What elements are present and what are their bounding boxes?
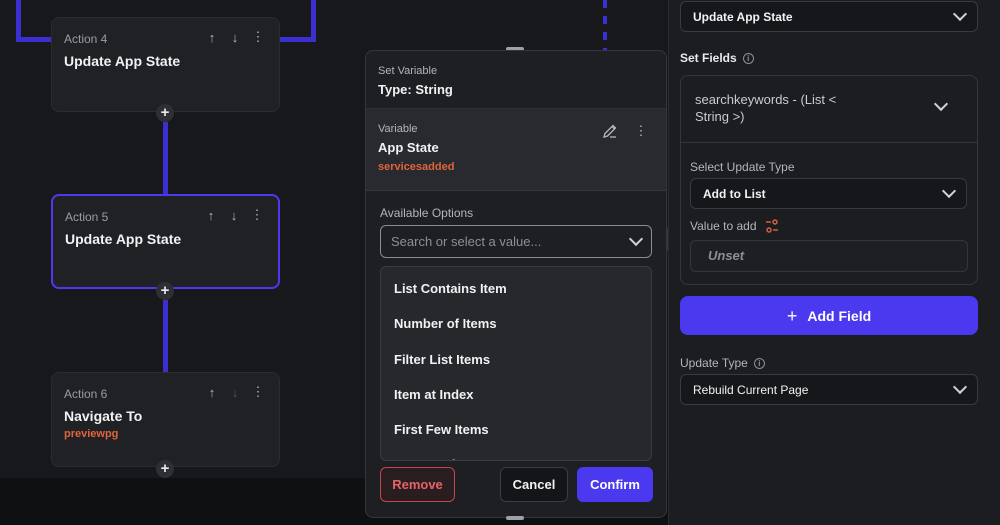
plus-icon: + <box>786 305 798 326</box>
dashed-connector <box>603 0 607 50</box>
chevron-down-icon[interactable] <box>628 231 644 247</box>
drag-handle-bottom[interactable] <box>506 516 524 520</box>
option-item[interactable]: List Contains Item <box>381 271 651 306</box>
arrow-up-icon[interactable]: ↑ <box>205 30 219 45</box>
action-title: Navigate To <box>64 408 143 424</box>
card-tools: ↑ ↓ ⋮ <box>205 29 265 45</box>
add-field-label: Add Field <box>807 307 872 324</box>
chevron-down-icon <box>952 6 968 22</box>
set-fields-header: Set Fields i <box>680 51 754 65</box>
action-type-dropdown[interactable]: Update App State <box>680 1 978 32</box>
page-update-type-label: Update Type <box>680 356 748 370</box>
popup-footer: Remove Cancel Confirm <box>366 467 666 507</box>
option-item[interactable]: Item at Index <box>381 377 651 412</box>
page-update-type-value: Rebuild Current Page <box>693 382 809 397</box>
confirm-button[interactable]: Confirm <box>577 467 653 502</box>
variable-section: Variable App State servicesadded ⋮ <box>366 109 666 191</box>
action-card-5[interactable]: Action 5 Update App State ↑ ↓ ⋮ <box>51 194 280 289</box>
action-title: Update App State <box>64 53 181 69</box>
arrow-up-icon[interactable]: ↑ <box>204 208 218 223</box>
options-search-box[interactable] <box>380 225 652 258</box>
chevron-down-icon <box>952 379 968 395</box>
action-title: Update App State <box>65 231 182 247</box>
arrow-down-icon[interactable]: ↓ <box>227 208 241 223</box>
variable-tools: ⋮ <box>602 123 648 139</box>
value-to-add-field[interactable]: Unset <box>690 240 968 272</box>
page-update-type-dropdown[interactable]: Rebuild Current Page <box>680 374 978 405</box>
option-item[interactable]: Filter List Items <box>381 342 651 377</box>
more-vert-icon[interactable]: ⋮ <box>250 207 264 222</box>
more-vert-icon[interactable]: ⋮ <box>251 384 265 399</box>
remove-button[interactable]: Remove <box>380 467 455 502</box>
set-variable-popup: Set Variable Type: String Variable App S… <box>365 50 667 518</box>
action-card-6[interactable]: Action 6 Navigate To previewpg ↑ ↓ ⋮ <box>51 372 280 467</box>
add-action-button[interactable]: + <box>156 460 174 478</box>
add-action-button[interactable]: + <box>156 282 174 300</box>
connector-line <box>16 0 21 42</box>
more-vert-icon[interactable]: ⋮ <box>634 123 648 138</box>
add-action-button[interactable]: + <box>156 104 174 122</box>
value-to-add-label: Value to add <box>690 219 757 233</box>
options-search-input[interactable] <box>391 234 631 249</box>
option-item[interactable]: First Few Items <box>381 412 651 447</box>
add-field-button[interactable]: + Add Field <box>680 296 978 335</box>
connector-line <box>163 122 168 194</box>
update-type-dropdown[interactable]: Add to List <box>690 178 967 209</box>
action-type-value: Update App State <box>693 9 793 24</box>
variable-picker-icon[interactable] <box>765 219 779 233</box>
field-name: searchkeywords - (List < String >) <box>695 92 837 124</box>
option-item[interactable]: Is Set and Not Empty <box>381 447 651 460</box>
option-item[interactable]: Number of Items <box>381 306 651 341</box>
value-to-add-header: Value to add <box>690 219 779 233</box>
set-fields-label: Set Fields <box>680 51 737 65</box>
page-update-type-header: Update Type i <box>680 356 765 370</box>
arrow-down-icon: ↓ <box>231 384 239 400</box>
update-type-label-text: Select Update Type <box>690 160 795 174</box>
action-subtitle: previewpg <box>64 428 119 440</box>
cancel-button[interactable]: Cancel <box>500 467 568 502</box>
chevron-down-icon[interactable] <box>933 96 949 112</box>
popup-header-label: Set Variable <box>378 65 438 77</box>
edit-pencil-icon[interactable] <box>602 123 618 139</box>
popup-header: Set Variable Type: String <box>366 51 666 109</box>
card-tools: ↑ ↓ ⋮ <box>204 207 264 223</box>
arrow-down-icon[interactable]: ↓ <box>228 30 242 45</box>
arrow-up-icon[interactable]: ↑ <box>205 385 219 400</box>
connector-line <box>311 0 316 42</box>
update-type-value: Add to List <box>703 186 766 201</box>
chevron-down-icon <box>941 183 957 199</box>
popup-header-value: Type: String <box>378 82 453 97</box>
connector-line <box>16 37 52 42</box>
connector-line <box>163 300 168 372</box>
action-card-4[interactable]: Action 4 Update App State ↑ ↓ ⋮ <box>51 17 280 112</box>
field-header[interactable]: searchkeywords - (List < String >) <box>680 75 978 143</box>
available-options-label: Available Options <box>380 206 474 220</box>
update-type-label: Select Update Type <box>690 160 795 174</box>
info-icon[interactable]: i <box>742 52 754 64</box>
options-list[interactable]: List Contains Item Number of Items Filte… <box>380 266 652 461</box>
variable-name: servicesadded <box>378 161 455 173</box>
info-icon[interactable]: i <box>753 357 765 369</box>
more-vert-icon[interactable]: ⋮ <box>251 29 265 44</box>
variable-value: App State <box>378 140 439 155</box>
card-tools: ↑ ↓ ⋮ <box>205 384 265 400</box>
